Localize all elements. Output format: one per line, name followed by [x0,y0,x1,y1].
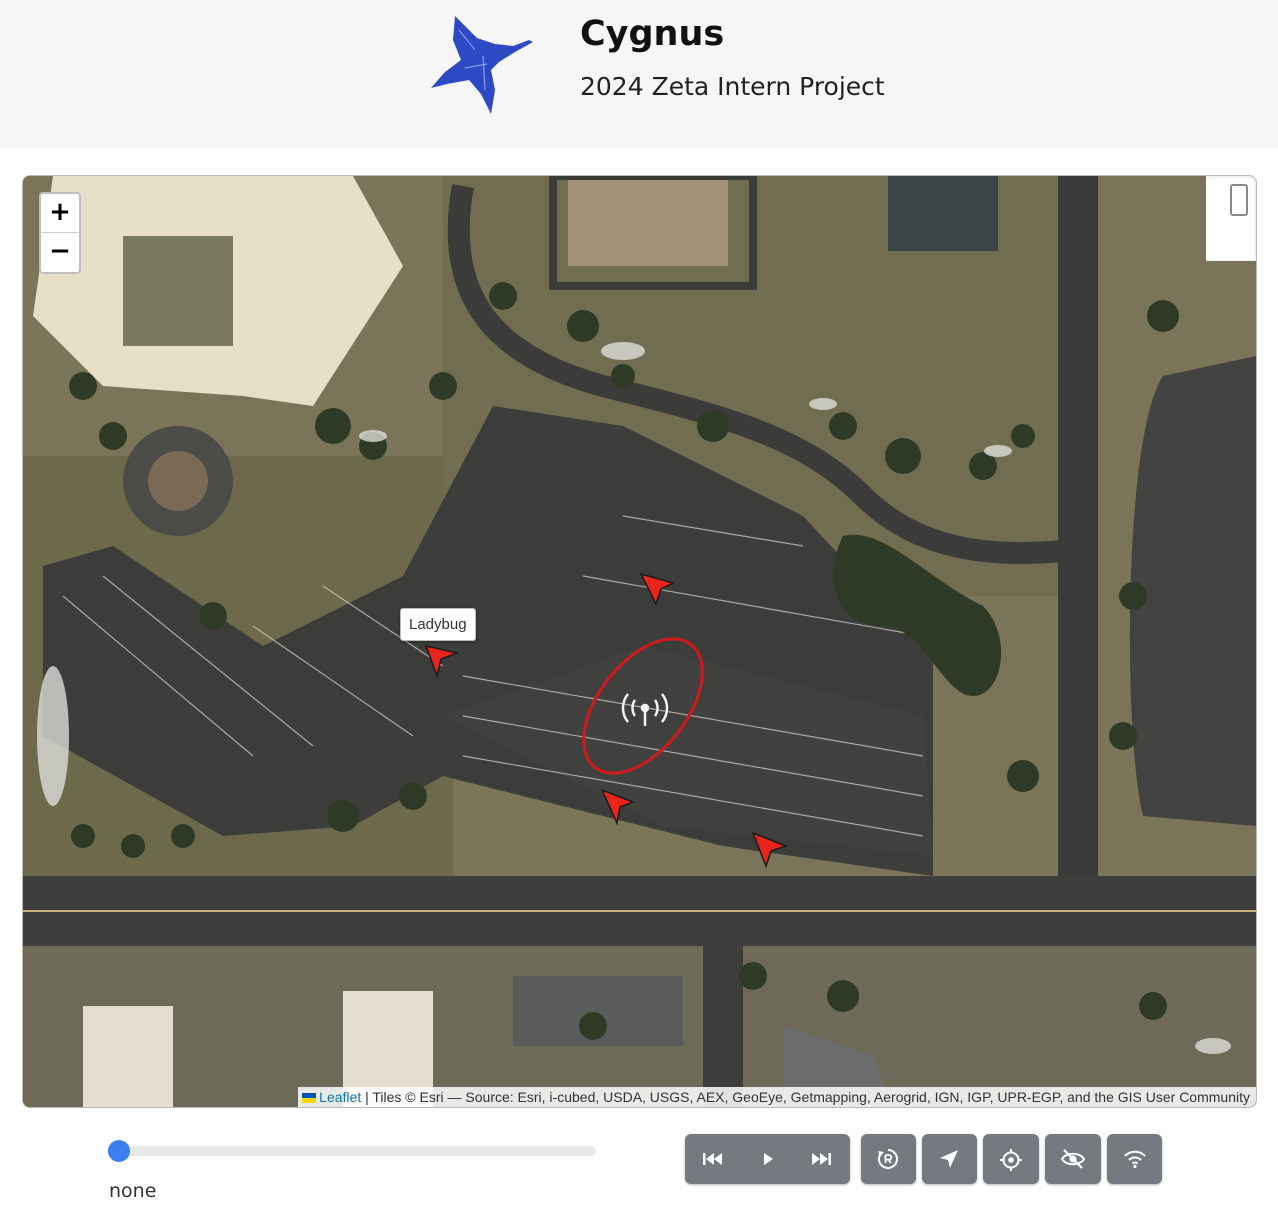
marker-tooltip: Ladybug [400,608,476,641]
swan-logo-icon [431,16,533,114]
zoom-in-button[interactable]: + [41,194,79,233]
timeline-status: none [109,1180,157,1202]
map-attribution: Leaflet | Tiles © Esri — Source: Esri, i… [298,1087,1256,1107]
locate-button[interactable] [983,1134,1039,1184]
timeline-slider-thumb[interactable] [108,1140,130,1162]
app-header: Cygnus 2024 Zeta Intern Project [0,0,1278,148]
timeline-slider-track[interactable] [118,1146,596,1156]
zoom-control: + − [39,192,81,274]
satellite-imagery [23,176,1256,1107]
toggle-visibility-button[interactable] [1045,1134,1101,1184]
ukraine-flag-icon [302,1093,317,1104]
navigate-icon [940,1150,958,1168]
replay-button[interactable] [861,1134,916,1184]
play-icon[interactable] [760,1149,776,1169]
replay-icon [878,1149,898,1169]
navigate-button[interactable] [922,1134,977,1184]
layers-control[interactable] [1206,178,1254,260]
layers-icon [1230,184,1248,216]
signal-toggle-button[interactable] [1107,1134,1162,1184]
zoom-out-button[interactable]: − [41,233,79,271]
skip-forward-icon[interactable] [809,1149,833,1169]
playback-button-group [685,1134,850,1184]
eye-off-icon [1060,1149,1086,1169]
app-title: Cygnus [580,14,725,54]
leaflet-link[interactable]: Leaflet [319,1089,361,1105]
wifi-icon [1124,1150,1146,1169]
skip-back-icon[interactable] [701,1149,725,1169]
target-icon [1000,1149,1022,1171]
app-subtitle: 2024 Zeta Intern Project [580,72,885,101]
satellite-map[interactable]: + − Ladybug Leaflet | Tiles © Esri — Sou… [22,175,1257,1108]
attribution-text: | Tiles © Esri — Source: Esri, i-cubed, … [361,1089,1250,1105]
